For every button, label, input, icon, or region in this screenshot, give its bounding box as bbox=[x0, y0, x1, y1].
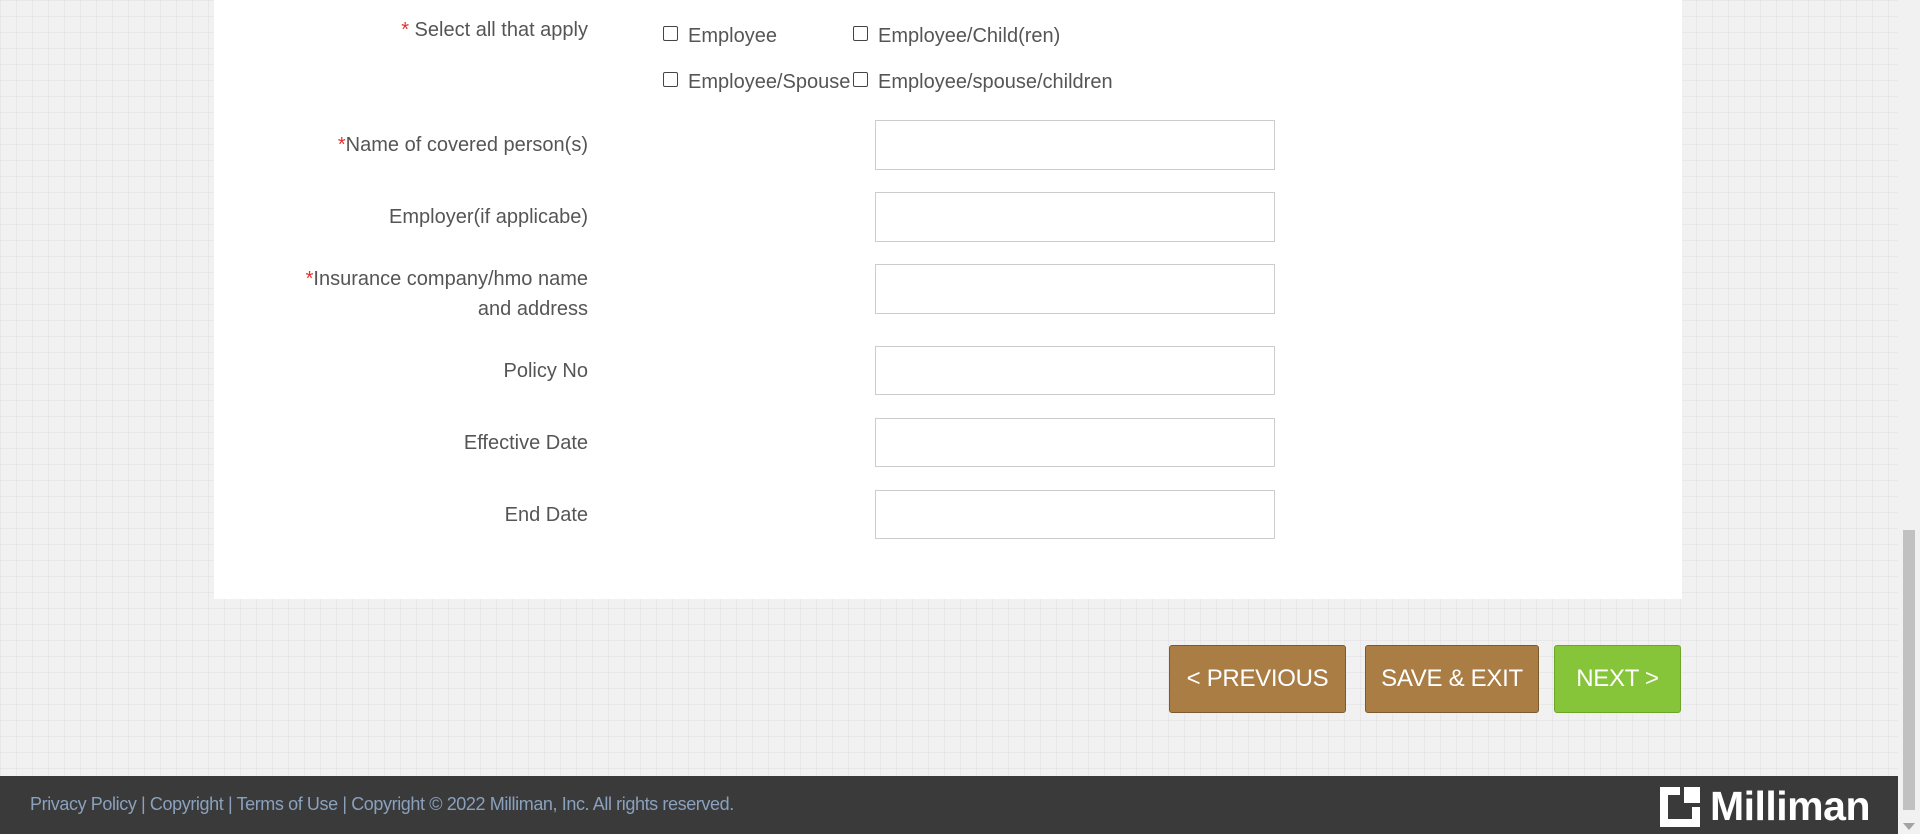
footer: Privacy Policy | Copyright | Terms of Us… bbox=[0, 776, 1898, 834]
previous-button[interactable]: < PREVIOUS bbox=[1169, 645, 1346, 713]
milliman-brand-text: Milliman bbox=[1709, 783, 1871, 829]
scrollbar-thumb[interactable] bbox=[1903, 530, 1915, 810]
policy-no-label: Policy No bbox=[503, 360, 588, 382]
next-button[interactable]: NEXT > bbox=[1554, 645, 1681, 713]
name-covered-input[interactable] bbox=[875, 120, 1275, 170]
checkbox-employee-label: Employee bbox=[688, 25, 777, 47]
name-covered-label: *Name of covered person(s) bbox=[337, 134, 588, 156]
checkbox-icon[interactable] bbox=[663, 26, 678, 41]
insurance-input[interactable] bbox=[875, 264, 1275, 314]
form-panel: * Select all that apply Employee Employe… bbox=[214, 0, 1682, 599]
checkbox-employee-children[interactable]: Employee/Child(ren) bbox=[850, 24, 1060, 48]
checkbox-icon[interactable] bbox=[853, 26, 868, 41]
checkbox-employee[interactable]: Employee bbox=[660, 24, 777, 48]
end-date-input[interactable] bbox=[875, 490, 1275, 539]
insurance-label: *Insurance company/hmo name and address bbox=[305, 268, 588, 320]
effective-date-label: Effective Date bbox=[463, 432, 588, 454]
checkbox-employee-children-label: Employee/Child(ren) bbox=[878, 25, 1061, 47]
coverage-label: * Select all that apply bbox=[401, 19, 588, 41]
employer-input[interactable] bbox=[875, 192, 1275, 242]
milliman-logo: Milliman bbox=[1658, 783, 1871, 830]
policy-no-input[interactable] bbox=[875, 346, 1275, 395]
scroll-down-arrow-icon[interactable] bbox=[1903, 823, 1915, 830]
milliman-logo-icon bbox=[1659, 786, 1700, 827]
checkbox-employee-spouse[interactable]: Employee/Spouse bbox=[660, 70, 850, 94]
end-date-label: End Date bbox=[504, 504, 588, 526]
footer-links[interactable]: Privacy Policy | Copyright | Terms of Us… bbox=[30, 794, 734, 815]
checkbox-employee-spouse-children-label: Employee/spouse/children bbox=[878, 71, 1113, 93]
employer-label: Employer(if applicabe) bbox=[389, 206, 588, 228]
effective-date-input[interactable] bbox=[875, 418, 1275, 467]
checkbox-employee-spouse-children[interactable]: Employee/spouse/children bbox=[850, 70, 1113, 94]
save-exit-button[interactable]: SAVE & EXIT bbox=[1365, 645, 1539, 713]
checkbox-employee-spouse-label: Employee/Spouse bbox=[688, 71, 851, 93]
checkbox-icon[interactable] bbox=[663, 72, 678, 87]
page-scrollbar[interactable] bbox=[1898, 0, 1920, 834]
checkbox-icon[interactable] bbox=[853, 72, 868, 87]
